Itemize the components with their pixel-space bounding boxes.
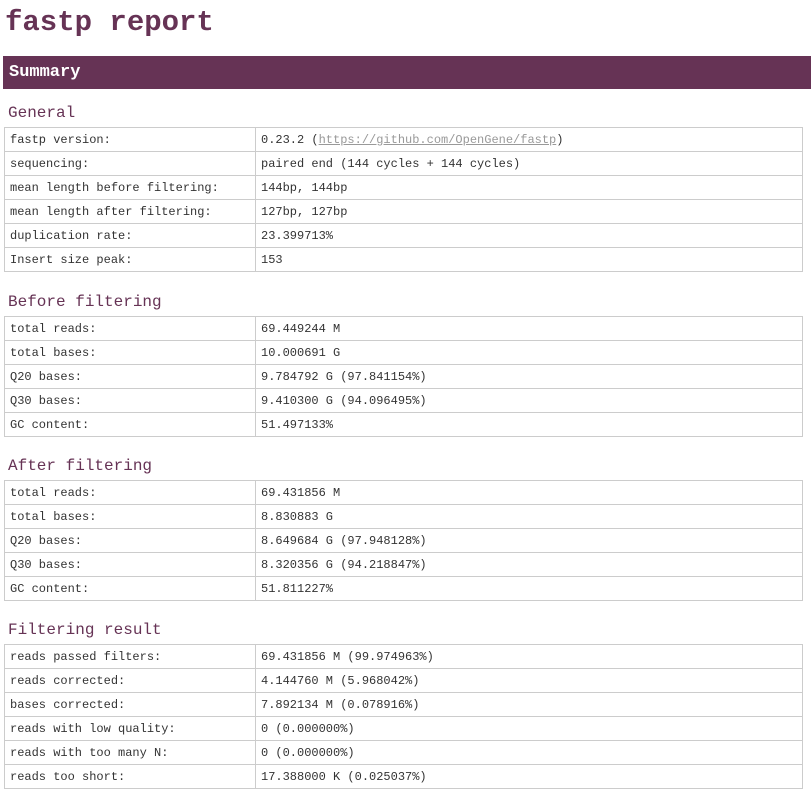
table-row: reads passed filters: 69.431856 M (99.97… — [4, 644, 803, 669]
row-key: total bases: — [4, 504, 256, 529]
row-key: bases corrected: — [4, 692, 256, 717]
row-key: Q30 bases: — [4, 552, 256, 577]
row-value: 8.649684 G (97.948128%) — [255, 528, 803, 553]
general-table: fastp version: 0.23.2 (https://github.co… — [4, 127, 803, 272]
section-heading-filtering-result[interactable]: Filtering result — [8, 621, 162, 639]
row-key: Insert size peak: — [4, 247, 256, 272]
table-row: reads with low quality: 0 (0.000000%) — [4, 716, 803, 741]
row-value: 144bp, 144bp — [255, 175, 803, 200]
section-heading-after-filtering[interactable]: After filtering — [8, 457, 152, 475]
row-key: reads corrected: — [4, 668, 256, 693]
table-row: total reads: 69.431856 M — [4, 480, 803, 505]
table-row: fastp version: 0.23.2 (https://github.co… — [4, 127, 803, 152]
table-row: reads with too many N: 0 (0.000000%) — [4, 740, 803, 765]
row-value: 9.784792 G (97.841154%) — [255, 364, 803, 389]
section-heading-general: General — [8, 104, 76, 122]
version-text: 0.23.2 ( — [261, 132, 319, 147]
table-row: mean length after filtering: 127bp, 127b… — [4, 199, 803, 224]
row-value: 69.449244 M — [255, 316, 803, 341]
row-key: reads with too many N: — [4, 740, 256, 765]
row-value: 8.830883 G — [255, 504, 803, 529]
table-row: Q20 bases: 8.649684 G (97.948128%) — [4, 528, 803, 553]
row-key: reads passed filters: — [4, 644, 256, 669]
table-row: mean length before filtering: 144bp, 144… — [4, 175, 803, 200]
row-value: 10.000691 G — [255, 340, 803, 365]
row-value: 4.144760 M (5.968042%) — [255, 668, 803, 693]
row-value: 7.892134 M (0.078916%) — [255, 692, 803, 717]
table-row: total reads: 69.449244 M — [4, 316, 803, 341]
row-key: mean length after filtering: — [4, 199, 256, 224]
row-value: 8.320356 G (94.218847%) — [255, 552, 803, 577]
github-link[interactable]: https://github.com/OpenGene/fastp — [319, 133, 557, 147]
table-row: bases corrected: 7.892134 M (0.078916%) — [4, 692, 803, 717]
table-row: Q20 bases: 9.784792 G (97.841154%) — [4, 364, 803, 389]
row-value: 51.497133% — [255, 412, 803, 437]
row-value: 153 — [255, 247, 803, 272]
row-value: paired end (144 cycles + 144 cycles) — [255, 151, 803, 176]
row-value: 127bp, 127bp — [255, 199, 803, 224]
row-value: 9.410300 G (94.096495%) — [255, 388, 803, 413]
row-key: total reads: — [4, 480, 256, 505]
row-key: total reads: — [4, 316, 256, 341]
row-key: Q20 bases: — [4, 528, 256, 553]
row-key: GC content: — [4, 576, 256, 601]
row-value: 69.431856 M (99.974963%) — [255, 644, 803, 669]
table-row: GC content: 51.811227% — [4, 576, 803, 601]
row-key: reads too short: — [4, 764, 256, 789]
before-filtering-table: total reads: 69.449244 M total bases: 10… — [4, 316, 803, 437]
table-row: reads too short: 17.388000 K (0.025037%) — [4, 764, 803, 789]
row-value: 0 (0.000000%) — [255, 740, 803, 765]
row-key: Q20 bases: — [4, 364, 256, 389]
row-value: 17.388000 K (0.025037%) — [255, 764, 803, 789]
table-row: duplication rate: 23.399713% — [4, 223, 803, 248]
table-row: GC content: 51.497133% — [4, 412, 803, 437]
table-row: reads corrected: 4.144760 M (5.968042%) — [4, 668, 803, 693]
row-key: reads with low quality: — [4, 716, 256, 741]
row-value: 0.23.2 (https://github.com/OpenGene/fast… — [255, 127, 803, 152]
page-title: fastp report — [5, 6, 214, 39]
row-key: sequencing: — [4, 151, 256, 176]
after-filtering-table: total reads: 69.431856 M total bases: 8.… — [4, 480, 803, 601]
row-value: 23.399713% — [255, 223, 803, 248]
row-key: duplication rate: — [4, 223, 256, 248]
row-value: 0 (0.000000%) — [255, 716, 803, 741]
row-value: 51.811227% — [255, 576, 803, 601]
version-suffix: ) — [556, 132, 564, 147]
table-row: total bases: 10.000691 G — [4, 340, 803, 365]
summary-header[interactable]: Summary — [3, 56, 811, 89]
row-key: mean length before filtering: — [4, 175, 256, 200]
filtering-result-table: reads passed filters: 69.431856 M (99.97… — [4, 644, 803, 789]
row-key: total bases: — [4, 340, 256, 365]
row-key: fastp version: — [4, 127, 256, 152]
table-row: Insert size peak: 153 — [4, 247, 803, 272]
table-row: total bases: 8.830883 G — [4, 504, 803, 529]
row-key: Q30 bases: — [4, 388, 256, 413]
row-key: GC content: — [4, 412, 256, 437]
table-row: Q30 bases: 8.320356 G (94.218847%) — [4, 552, 803, 577]
table-row: Q30 bases: 9.410300 G (94.096495%) — [4, 388, 803, 413]
row-value: 69.431856 M — [255, 480, 803, 505]
table-row: sequencing: paired end (144 cycles + 144… — [4, 151, 803, 176]
section-heading-before-filtering[interactable]: Before filtering — [8, 293, 162, 311]
